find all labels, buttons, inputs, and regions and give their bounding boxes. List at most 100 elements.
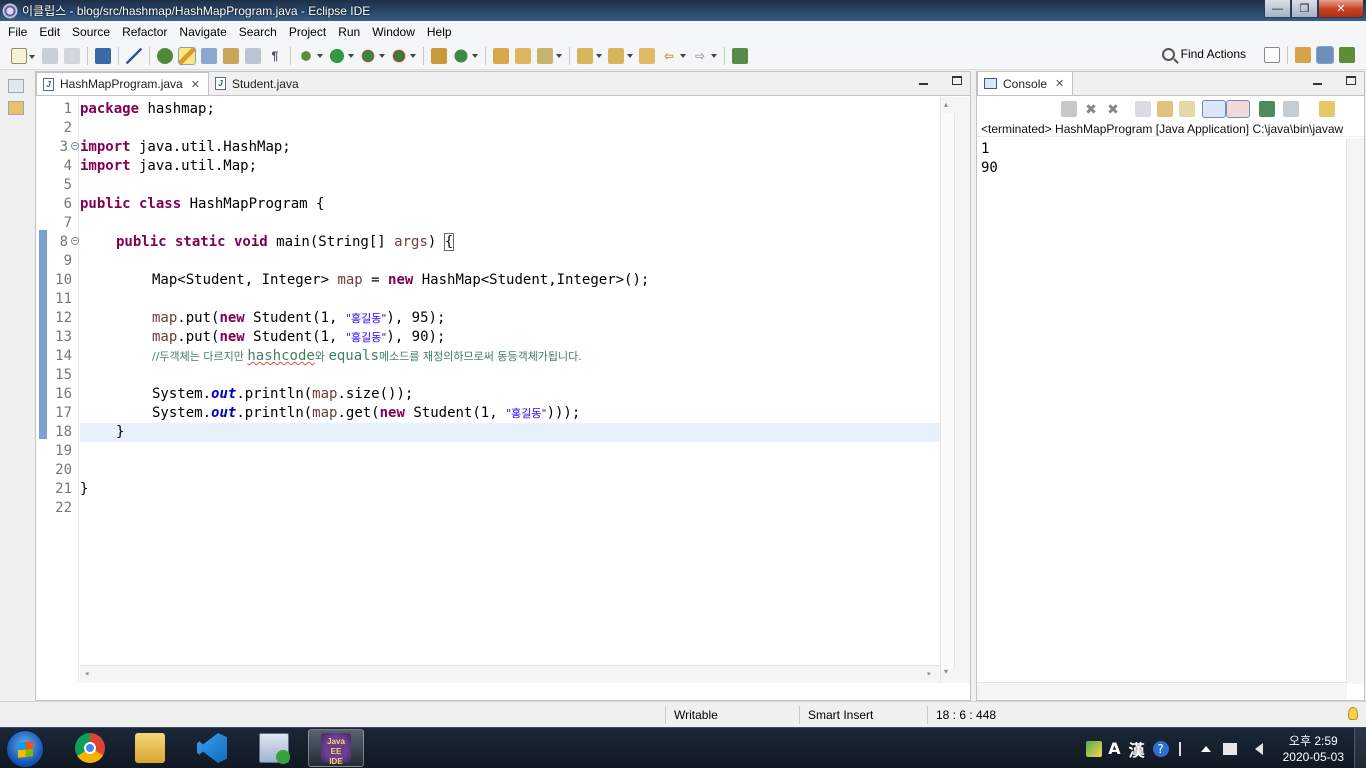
- pin-editor-icon[interactable]: [732, 47, 748, 64]
- tip-bulb-icon[interactable]: [1348, 707, 1358, 720]
- debug-icon[interactable]: [298, 47, 323, 64]
- word-wrap-icon[interactable]: [223, 47, 239, 64]
- tab-hashmapprogram-java[interactable]: J HashMapProgram.java ✕: [36, 72, 209, 95]
- menu-refactor[interactable]: Refactor: [116, 25, 173, 39]
- code-text: ), 95);: [386, 310, 446, 326]
- scroll-up-icon[interactable]: ▴: [944, 100, 948, 109]
- fold-collapse-icon[interactable]: −: [71, 237, 79, 245]
- mark-occurrences-icon[interactable]: [157, 47, 173, 64]
- scroll-down-icon[interactable]: ▾: [944, 667, 948, 676]
- menu-project[interactable]: Project: [283, 25, 332, 39]
- new-icon[interactable]: [11, 47, 35, 64]
- close-window-button[interactable]: ✕: [1318, 0, 1364, 18]
- remove-launch-icon[interactable]: ✖: [1083, 101, 1099, 117]
- start-button[interactable]: [6, 730, 44, 768]
- menu-window[interactable]: Window: [366, 25, 421, 39]
- save-all-icon[interactable]: [64, 47, 80, 64]
- show-desktop-button[interactable]: [1354, 728, 1366, 768]
- minimize-view-icon[interactable]: [1301, 76, 1322, 88]
- eclipse-app-icon[interactable]: [2, 2, 18, 19]
- java-perspective-icon[interactable]: [1316, 46, 1334, 64]
- tab-student-java[interactable]: J Student.java: [209, 72, 307, 95]
- coverage-icon[interactable]: [360, 47, 385, 64]
- ime-hanja-mode[interactable]: 漢: [1129, 737, 1145, 761]
- forward-icon[interactable]: ⇨: [692, 48, 717, 64]
- code-editor[interactable]: 1 2 3 − 4 5 6 7 8 − 9 10 11 12 13 14 15 …: [36, 97, 940, 683]
- console-horizontal-scrollbar[interactable]: [977, 682, 1347, 700]
- scroll-left-icon[interactable]: ◂: [84, 669, 89, 679]
- volume-icon[interactable]: [1249, 742, 1263, 755]
- open-type-icon[interactable]: [493, 47, 509, 64]
- next-annotation-icon[interactable]: [577, 47, 602, 64]
- close-tab-icon[interactable]: ✕: [1055, 77, 1064, 90]
- external-tools-icon[interactable]: [391, 47, 416, 64]
- keyword: import: [80, 139, 131, 155]
- menu-help[interactable]: Help: [421, 25, 458, 39]
- maximize-button[interactable]: ❐: [1291, 0, 1318, 18]
- maximize-view-icon[interactable]: [940, 76, 962, 88]
- open-task-icon[interactable]: [515, 47, 531, 64]
- restore-icon[interactable]: [8, 79, 24, 93]
- java-ee-perspective-icon[interactable]: [1295, 47, 1311, 63]
- language-bar-icon[interactable]: [1086, 740, 1103, 757]
- menu-file[interactable]: File: [2, 25, 33, 39]
- last-edit-location-icon[interactable]: [639, 47, 655, 64]
- debug-perspective-icon[interactable]: [1339, 47, 1355, 63]
- fold-collapse-icon[interactable]: −: [71, 142, 79, 150]
- word-wrap-icon[interactable]: [1179, 101, 1195, 117]
- scroll-track[interactable]: [941, 113, 955, 669]
- console-output[interactable]: 1 90: [981, 140, 998, 178]
- back-icon[interactable]: ⇦: [661, 48, 686, 64]
- new-java-package-icon[interactable]: [431, 47, 447, 64]
- previous-annotation-icon[interactable]: [608, 47, 633, 64]
- open-perspective-icon[interactable]: [1264, 47, 1280, 63]
- show-hidden-icons-icon[interactable]: [1200, 741, 1211, 752]
- remove-all-launches-icon[interactable]: ✖: [1105, 101, 1121, 117]
- package-explorer-icon[interactable]: [8, 101, 24, 115]
- menu-search[interactable]: Search: [233, 25, 283, 39]
- minimize-button[interactable]: —: [1264, 0, 1291, 18]
- editor-horizontal-scrollbar[interactable]: ◂ ▸: [80, 665, 940, 683]
- display-selected-console-icon[interactable]: [1283, 101, 1299, 117]
- terminate-icon[interactable]: [1061, 101, 1077, 117]
- show-whitespace-icon[interactable]: [245, 47, 261, 64]
- comment: equals: [328, 348, 380, 364]
- maximize-view-icon[interactable]: [1334, 76, 1356, 88]
- pin-console-icon[interactable]: [1259, 101, 1275, 117]
- scroll-right-icon[interactable]: ▸: [927, 669, 932, 679]
- skip-breakpoints-icon[interactable]: [126, 47, 142, 64]
- run-icon[interactable]: [329, 47, 354, 64]
- show-console-on-stderr-icon[interactable]: [1226, 100, 1250, 118]
- ime-help-icon[interactable]: ?: [1152, 740, 1169, 757]
- menu-source[interactable]: Source: [66, 25, 116, 39]
- pilcrow-icon[interactable]: ¶: [267, 48, 283, 64]
- chrome-taskbar-button[interactable]: [62, 729, 118, 767]
- menu-run[interactable]: Run: [332, 25, 366, 39]
- minimize-view-icon[interactable]: [907, 76, 928, 88]
- tab-console[interactable]: Console ✕: [977, 72, 1074, 95]
- editor-vertical-scrollbar[interactable]: ▴ ▾: [940, 97, 970, 683]
- show-console-on-stdout-icon[interactable]: [1202, 100, 1226, 118]
- vscode-taskbar-button[interactable]: [184, 729, 240, 767]
- block-selection-icon[interactable]: [201, 47, 217, 64]
- toggle-highlight-icon[interactable]: [178, 46, 196, 65]
- menu-navigate[interactable]: Navigate: [173, 25, 232, 39]
- save-icon[interactable]: [42, 47, 58, 64]
- menu-edit[interactable]: Edit: [33, 25, 66, 39]
- new-java-class-icon[interactable]: [453, 47, 478, 64]
- system-clock[interactable]: 오후 2:59 2020-05-03: [1283, 733, 1344, 765]
- search-tool-icon[interactable]: [537, 47, 562, 64]
- ime-options-icon[interactable]: [1178, 741, 1189, 756]
- explorer-taskbar-button[interactable]: [122, 729, 178, 767]
- open-console-icon[interactable]: [95, 47, 111, 64]
- device-manager-taskbar-button[interactable]: [246, 729, 302, 767]
- ime-mode-a[interactable]: A: [1108, 739, 1120, 758]
- clear-console-icon[interactable]: [1135, 101, 1151, 117]
- open-console-icon[interactable]: [1319, 101, 1335, 117]
- find-actions-button[interactable]: Find Actions: [1161, 47, 1246, 61]
- scroll-lock-icon[interactable]: [1157, 101, 1173, 117]
- console-vertical-scrollbar[interactable]: [1346, 138, 1364, 684]
- close-tab-icon[interactable]: ✕: [191, 78, 200, 91]
- eclipse-taskbar-button[interactable]: Java EE IDE: [308, 729, 364, 767]
- network-icon[interactable]: [1222, 742, 1237, 755]
